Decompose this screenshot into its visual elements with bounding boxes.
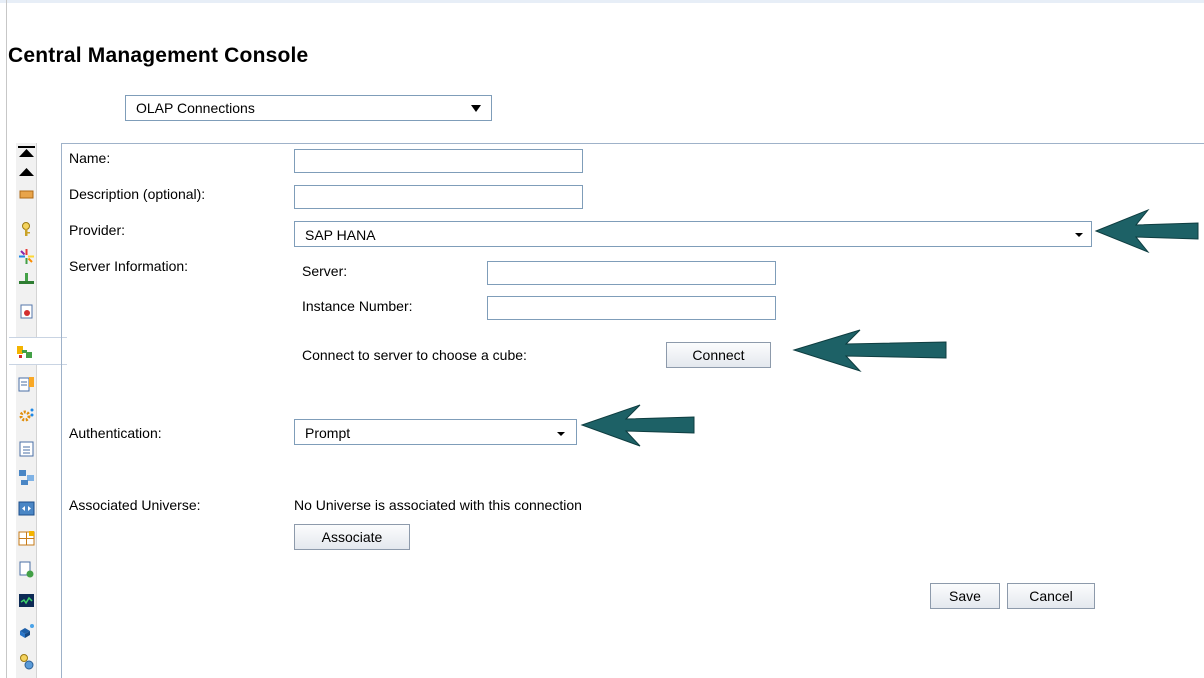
associated-universe-label: Associated Universe: <box>69 497 201 513</box>
connect-button[interactable]: Connect <box>666 342 771 368</box>
workflow-icon[interactable] <box>17 469 35 486</box>
provider-dropdown[interactable]: SAP HANA <box>294 221 1092 247</box>
annotation-arrow-authentication <box>580 404 695 447</box>
annotation-arrow-provider <box>1094 208 1199 254</box>
left-border <box>6 0 7 678</box>
folder-icon[interactable] <box>17 183 35 200</box>
chevron-down-icon[interactable] <box>1075 233 1083 237</box>
name-input[interactable] <box>294 149 583 173</box>
connection-icon[interactable] <box>9 337 67 365</box>
description-label: Description (optional): <box>69 186 206 202</box>
connect-prompt: Connect to server to choose a cube: <box>302 347 527 363</box>
associated-universe-value: No Universe is associated with this conn… <box>294 497 582 513</box>
associate-button[interactable]: Associate <box>294 524 410 550</box>
chevron-down-icon[interactable] <box>557 432 565 436</box>
clipboard-icon[interactable] <box>17 440 35 457</box>
key-gear-icon[interactable] <box>17 653 35 670</box>
server-label: Server: <box>302 263 348 279</box>
description-input[interactable] <box>294 185 583 209</box>
view-selector-dropdown[interactable]: OLAP Connections <box>125 95 492 121</box>
cancel-button[interactable]: Cancel <box>1007 583 1095 609</box>
chevron-down-icon[interactable] <box>471 105 481 112</box>
left-toolbar <box>8 143 67 678</box>
server-input[interactable] <box>487 261 776 285</box>
settings-icon[interactable] <box>17 407 35 424</box>
grid-add-icon[interactable] <box>17 530 35 547</box>
monitor-icon[interactable] <box>17 592 35 609</box>
split-view-icon[interactable] <box>17 500 35 517</box>
instance-number-label: Instance Number: <box>302 298 413 314</box>
key-icon[interactable] <box>17 221 35 238</box>
star-burst-icon[interactable] <box>17 248 35 265</box>
document-arrow-icon[interactable] <box>17 303 35 320</box>
authentication-dropdown[interactable]: Prompt <box>294 419 577 445</box>
instance-number-input[interactable] <box>487 296 776 320</box>
annotation-arrow-connect <box>792 329 947 373</box>
document-check-icon[interactable] <box>17 561 35 578</box>
page-title: Central Management Console <box>8 44 309 67</box>
save-button[interactable]: Save <box>930 583 1000 609</box>
cubes-icon[interactable] <box>17 622 35 639</box>
provider-value: SAP HANA <box>305 227 376 243</box>
nav-up-icon[interactable] <box>17 165 35 182</box>
authentication-label: Authentication: <box>69 425 162 441</box>
properties-icon[interactable] <box>17 376 35 393</box>
nav-first-icon[interactable] <box>17 145 35 162</box>
authentication-value: Prompt <box>305 425 351 441</box>
network-icon[interactable] <box>17 271 35 288</box>
view-selector-value: OLAP Connections <box>136 100 255 116</box>
name-label: Name: <box>69 150 111 166</box>
provider-label: Provider: <box>69 222 126 238</box>
server-information-label: Server Information: <box>69 258 189 274</box>
top-border <box>0 0 1204 3</box>
